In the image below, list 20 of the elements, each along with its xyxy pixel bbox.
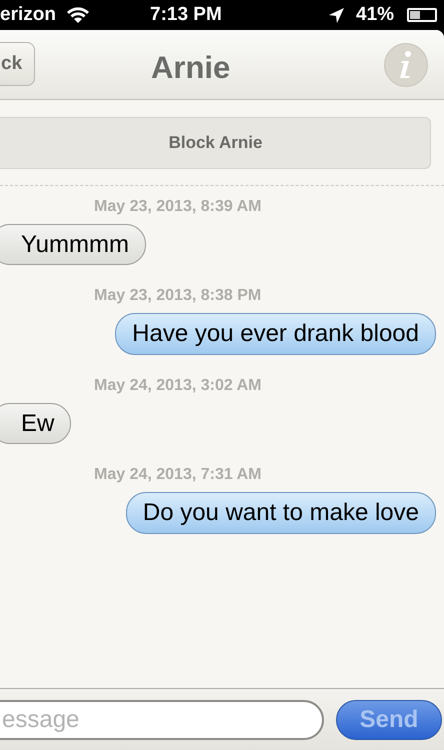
info-icon[interactable] bbox=[384, 43, 428, 87]
block-contact-button[interactable]: Block Arnie bbox=[0, 117, 431, 169]
wifi-icon bbox=[66, 7, 90, 24]
location-arrow-icon bbox=[328, 7, 345, 24]
battery-percent: 41% bbox=[356, 2, 394, 27]
message-input-field[interactable]: essage bbox=[0, 700, 324, 740]
sent-message-bubble: Have you ever drank blood bbox=[115, 313, 436, 355]
clock-time: 7:13 PM bbox=[150, 2, 222, 27]
send-button[interactable]: Send bbox=[336, 700, 442, 740]
message-timestamp: May 23, 2013, 8:39 AM bbox=[94, 197, 262, 217]
back-button[interactable]: ck bbox=[0, 42, 36, 86]
message-timestamp: May 24, 2013, 3:02 AM bbox=[94, 376, 262, 396]
battery-icon bbox=[407, 8, 437, 22]
received-message-bubble: Ew bbox=[0, 403, 72, 444]
message-timestamp: May 23, 2013, 8:38 PM bbox=[94, 286, 262, 306]
carrier-name: erizon bbox=[0, 2, 56, 27]
received-message-bubble: Yummmm bbox=[0, 224, 146, 265]
sent-message-bubble: Do you want to make love bbox=[126, 492, 436, 534]
conversation-title: Arnie bbox=[151, 49, 230, 87]
message-timestamp: May 24, 2013, 7:31 AM bbox=[94, 465, 262, 485]
